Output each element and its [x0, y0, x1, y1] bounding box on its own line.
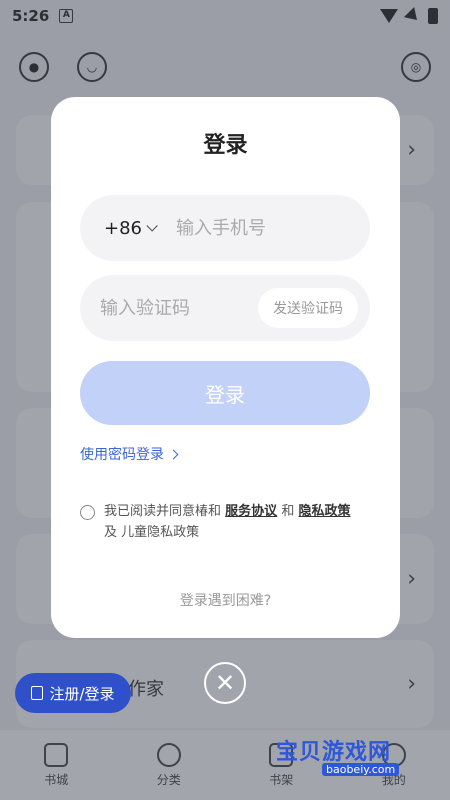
- country-code-select[interactable]: +86: [104, 218, 142, 239]
- phone-input[interactable]: [176, 217, 346, 239]
- agreement-and2: 及: [104, 525, 118, 540]
- dialog-title: 登录: [203, 133, 248, 158]
- service-agreement-link[interactable]: 服务协议: [225, 504, 277, 519]
- close-icon: ✕: [214, 669, 236, 697]
- register-login-button[interactable]: 注册/登录: [15, 673, 131, 713]
- verification-code-field: 发送验证码: [80, 275, 370, 341]
- password-login-label: 使用密码登录: [80, 447, 164, 463]
- children-privacy-link[interactable]: 儿童隐私政策: [121, 525, 199, 540]
- close-button[interactable]: ✕: [204, 662, 246, 704]
- chevron-right-icon: [168, 449, 179, 459]
- watermark-text: 宝贝游戏网: [276, 740, 392, 765]
- login-button[interactable]: 登录: [80, 361, 370, 425]
- login-dialog: 登录 +86 发送验证码 登录 使用密码登录 我已阅读并同意椿和 服务协议 和 …: [51, 97, 400, 638]
- agreement: 我已阅读并同意椿和 服务协议 和 隐私政策 及 儿童隐私政策: [80, 501, 355, 543]
- agreement-prefix: 我已阅读并同意椿和: [104, 504, 222, 519]
- phone-icon: [31, 686, 44, 700]
- register-login-label: 注册/登录: [49, 684, 115, 703]
- watermark-url: baobeiy.com: [322, 763, 400, 776]
- chevron-down-icon[interactable]: [146, 220, 158, 232]
- send-code-button[interactable]: 发送验证码: [258, 288, 358, 328]
- phone-field: +86: [80, 195, 370, 261]
- privacy-policy-link[interactable]: 隐私政策: [298, 504, 350, 519]
- password-login-link[interactable]: 使用密码登录: [80, 444, 179, 464]
- login-trouble-link[interactable]: 登录遇到困难?: [51, 590, 400, 610]
- code-input[interactable]: [100, 297, 250, 319]
- agreement-and: 和: [281, 504, 295, 519]
- watermark-logo: 宝贝游戏网 baobeiy.com: [276, 708, 436, 778]
- agree-checkbox[interactable]: [80, 505, 95, 520]
